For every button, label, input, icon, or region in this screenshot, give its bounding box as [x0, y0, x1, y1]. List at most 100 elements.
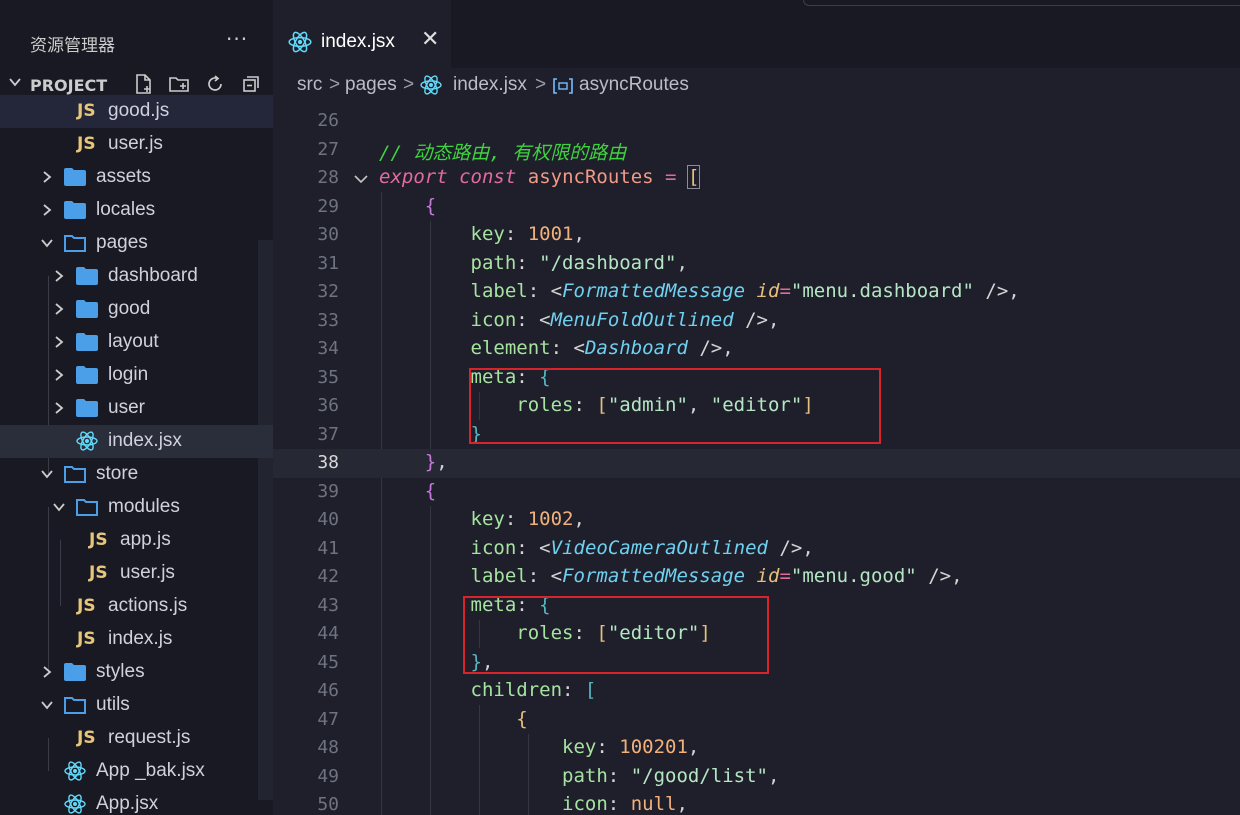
breadcrumb-file[interactable]: index.jsx: [453, 74, 527, 96]
tree-item-user-js[interactable]: JS user.js: [0, 557, 273, 590]
tree-item-label: store: [96, 463, 139, 484]
chevron-right-icon: [43, 171, 52, 183]
line-number: 38: [317, 452, 339, 473]
chevron-down-icon: [41, 701, 53, 710]
code-text: // 动态路由, 有权限的路由: [379, 141, 627, 164]
tab-label: index.jsx: [321, 31, 395, 52]
tree-item-label: user: [108, 397, 145, 418]
react-file-icon: [64, 794, 86, 814]
tree-item-label: assets: [96, 166, 151, 187]
line-number: 34: [317, 338, 339, 359]
code-text: element: <Dashboard />,: [470, 337, 734, 359]
code-line: 41 icon: <VideoCameraOutlined />,: [273, 535, 1240, 564]
line-number: 27: [317, 138, 339, 160]
javascript-file-icon: JS: [77, 596, 96, 616]
refresh-icon[interactable]: [204, 73, 226, 95]
line-number: 32: [317, 281, 339, 302]
tree-item-actions-js[interactable]: JS actions.js: [0, 590, 273, 623]
tree-item-label: good.js: [108, 100, 170, 121]
tree-item-label: user.js: [120, 562, 175, 583]
chevron-right-icon: [55, 369, 64, 381]
folder-open-icon: [64, 697, 86, 714]
code-line-current: 38 },: [273, 449, 1240, 478]
chevron-right-icon: [55, 402, 64, 414]
tree-item-pages[interactable]: pages: [0, 227, 273, 260]
tree-item-utils[interactable]: utils: [0, 689, 273, 722]
code-text: label: <FormattedMessage id="menu.dashbo…: [470, 280, 1020, 302]
line-number: 33: [317, 309, 339, 331]
line-number: 39: [317, 480, 339, 502]
tree-item-app-js[interactable]: JS app.js: [0, 524, 273, 557]
folder-icon: [76, 333, 98, 351]
code-text: label: <FormattedMessage id="menu.good" …: [470, 565, 963, 587]
line-number: 46: [317, 680, 339, 701]
javascript-file-icon: JS: [77, 728, 96, 748]
collapse-all-icon[interactable]: [240, 73, 262, 95]
code-text: icon: <MenuFoldOutlined />,: [470, 308, 780, 331]
tree-item-good[interactable]: good: [0, 293, 273, 326]
chevron-down-icon: [53, 503, 65, 512]
tree-item-store[interactable]: store: [0, 458, 273, 491]
new-file-icon[interactable]: [132, 73, 154, 95]
tree-item-label: good: [108, 298, 151, 319]
breadcrumb-pages[interactable]: pages: [345, 74, 397, 96]
tree-item-user[interactable]: user: [0, 392, 273, 425]
line-number: 37: [317, 423, 339, 445]
tab-index-jsx[interactable]: index.jsx ✕: [273, 0, 451, 68]
fold-chevron-icon[interactable]: [353, 172, 369, 186]
react-file-icon: [76, 431, 98, 451]
folder-open-icon: [64, 235, 86, 252]
project-label: PROJECT: [30, 76, 108, 95]
folder-icon: [64, 168, 86, 186]
tree-item-label: request.js: [108, 727, 191, 748]
breadcrumb-src[interactable]: src: [297, 74, 322, 96]
folder-open-icon: [76, 499, 98, 516]
tree-item-modules[interactable]: modules: [0, 491, 273, 524]
tree-item-index-js[interactable]: JS index.js: [0, 623, 273, 656]
close-icon[interactable]: ✕: [421, 27, 439, 52]
line-number: 40: [317, 509, 339, 530]
code-text: {: [424, 479, 437, 502]
tree-item-index-jsx[interactable]: index.jsx: [0, 425, 273, 458]
folder-icon: [64, 201, 86, 219]
tree-item-label: pages: [96, 232, 148, 253]
javascript-file-icon: JS: [77, 629, 96, 649]
more-actions-icon[interactable]: ···: [226, 27, 248, 51]
tree-item-app-jsx[interactable]: App.jsx: [0, 788, 273, 815]
tree-item-app-bak-jsx[interactable]: App _bak.jsx: [0, 755, 273, 788]
tree-item-good-js[interactable]: JS good.js: [0, 95, 273, 128]
code-line: 28 export const asyncRoutes = [: [273, 164, 1240, 193]
code-line: 34 element: <Dashboard />,: [273, 335, 1240, 364]
code-text: path: "/good/list",: [562, 764, 780, 787]
highlight-box-admin-editor: [469, 368, 881, 444]
javascript-file-icon: JS: [77, 101, 96, 121]
line-number: 41: [317, 537, 339, 559]
line-number: 42: [317, 566, 339, 587]
tree-item-locales[interactable]: locales: [0, 194, 273, 227]
tree-item-login[interactable]: login: [0, 359, 273, 392]
tree-item-styles[interactable]: styles: [0, 656, 273, 689]
editor-area: index.jsx ✕ src > pages > index.jsx > as…: [273, 0, 1240, 815]
code-line: 48 key: 100201,: [273, 734, 1240, 763]
code-editor[interactable]: 26 27 // 动态路由, 有权限的路由 28 export const as…: [273, 107, 1240, 815]
tree-item-dashboard[interactable]: dashboard: [0, 260, 273, 293]
code-text: export const asyncRoutes = [: [379, 165, 701, 189]
code-line: 46 children: [: [273, 677, 1240, 706]
react-file-icon: [288, 31, 312, 53]
new-folder-icon[interactable]: [168, 73, 190, 95]
tree-item-request-js[interactable]: JS request.js: [0, 722, 273, 755]
line-number: 35: [317, 366, 339, 388]
breadcrumb-symbol[interactable]: asyncRoutes: [579, 74, 689, 96]
code-line: 27 // 动态路由, 有权限的路由: [273, 136, 1240, 165]
tree-item-layout[interactable]: layout: [0, 326, 273, 359]
line-number: 44: [317, 623, 339, 644]
line-number: 29: [317, 195, 339, 217]
code-line: 50 icon: null,: [273, 791, 1240, 815]
code-text: {: [424, 194, 437, 217]
tree-item-user-js[interactable]: JS user.js: [0, 128, 273, 161]
tree-item-assets[interactable]: assets: [0, 161, 273, 194]
code-line: 26: [273, 107, 1240, 136]
tab-bar: index.jsx ✕: [273, 0, 1240, 68]
breadcrumb-separator: >: [403, 74, 415, 95]
tree-item-label: index.jsx: [108, 430, 182, 451]
